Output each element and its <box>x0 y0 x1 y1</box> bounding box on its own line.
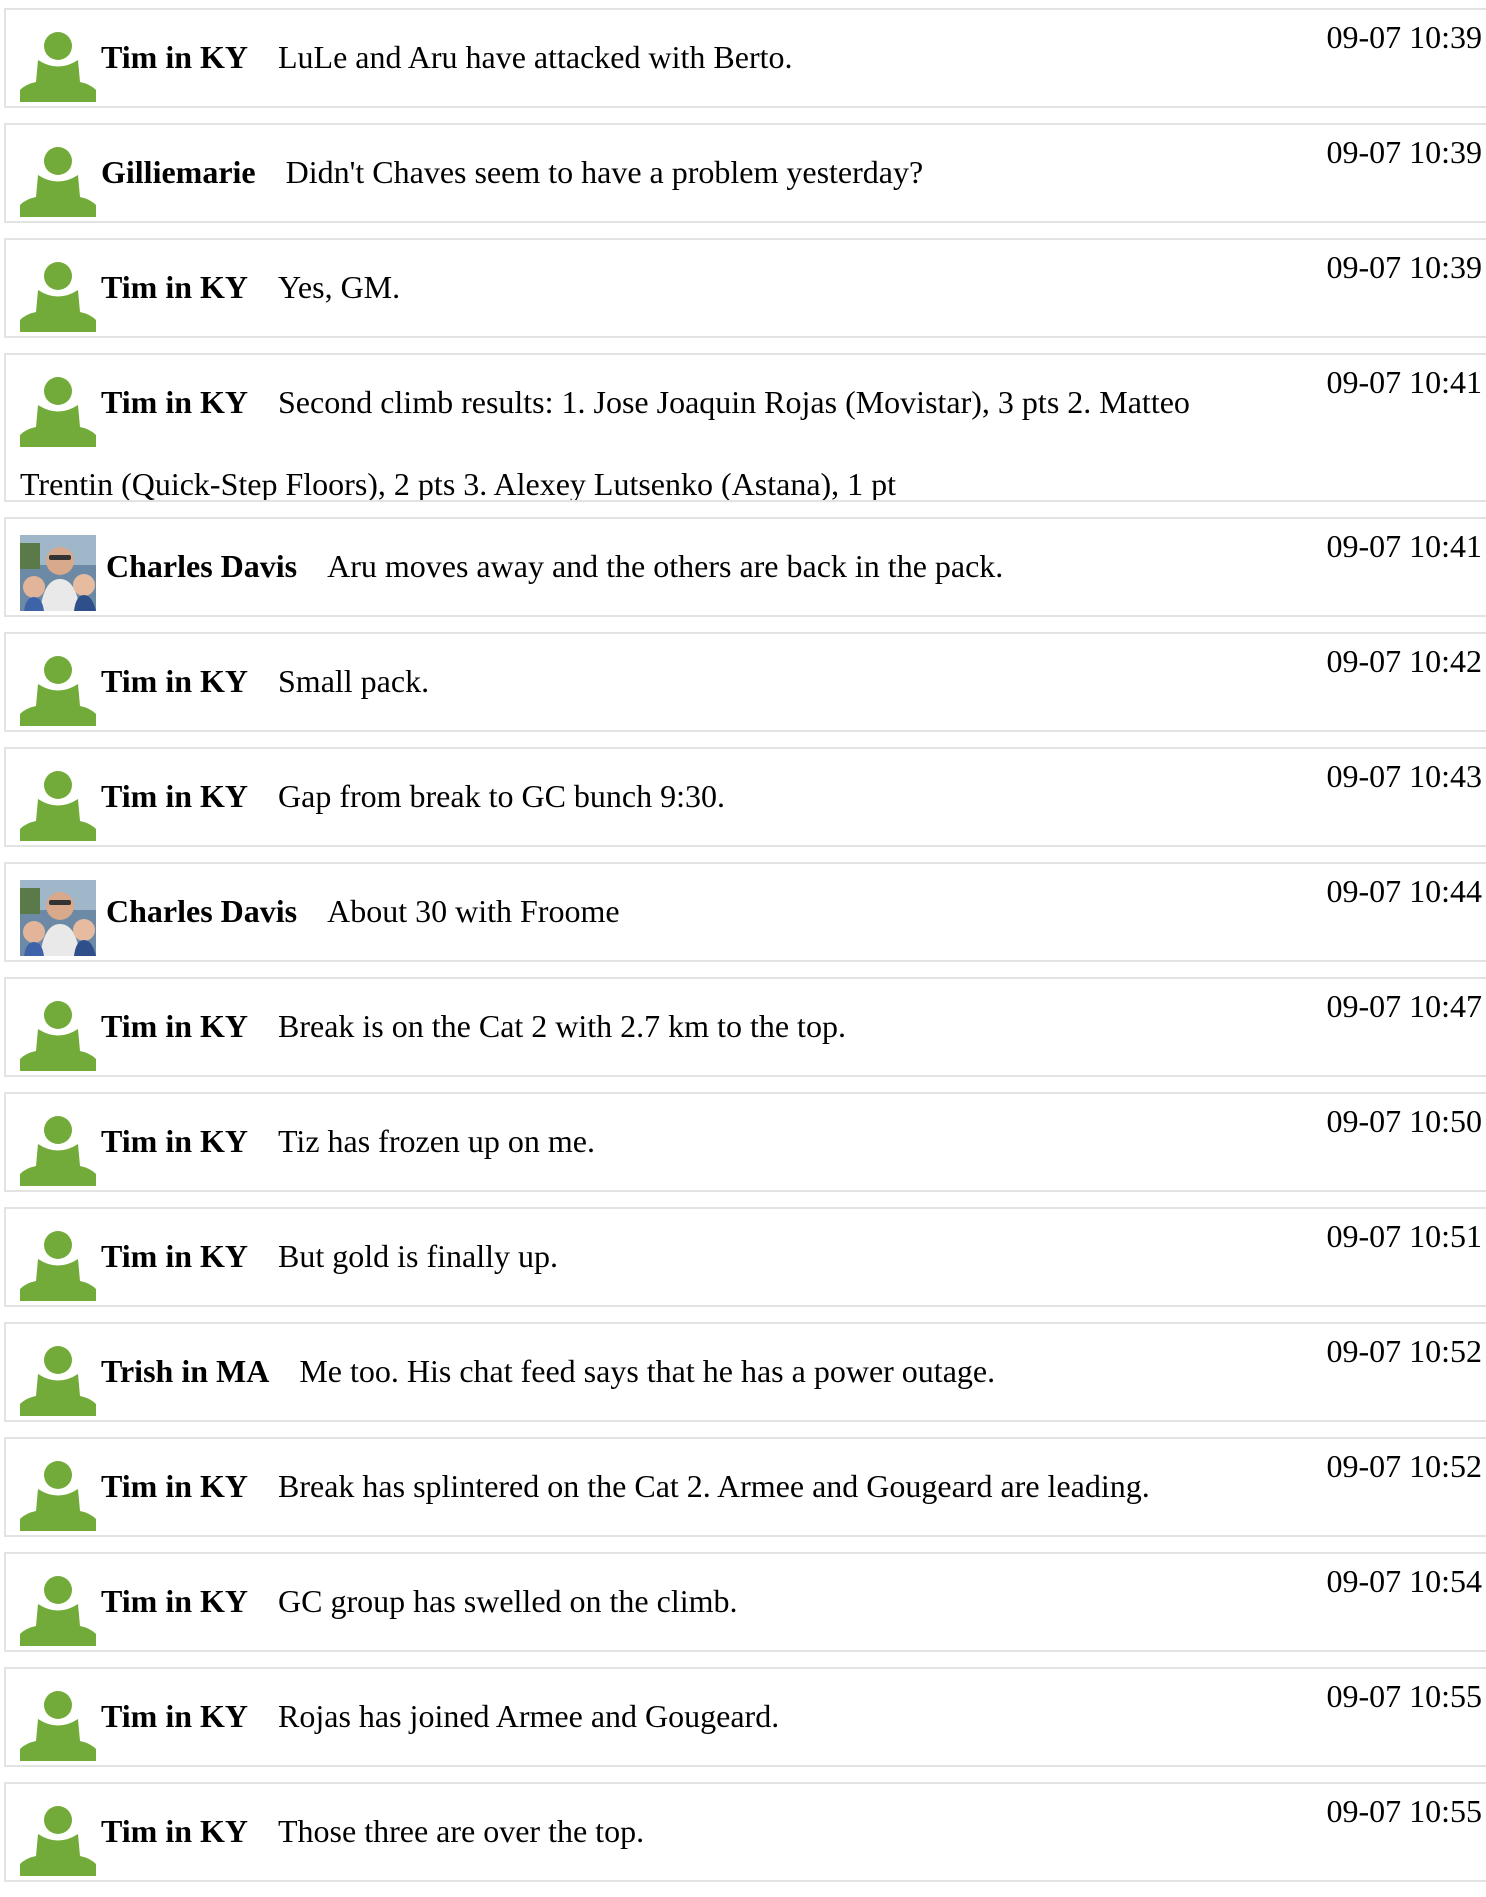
message-timestamp: 09-07 10:41 <box>1326 528 1482 564</box>
message-timestamp: 09-07 10:47 <box>1326 988 1482 1024</box>
message-text: Break is on the Cat 2 with 2.7 km to the… <box>278 1008 846 1044</box>
message-timestamp: 09-07 10:41 <box>1326 364 1482 400</box>
chat-message: Charles Davis Aru moves away and the othe… <box>4 517 1486 617</box>
message-text: GC group has swelled on the climb. <box>278 1583 738 1619</box>
message-text: Break has splintered on the Cat 2. Armee… <box>278 1468 1150 1504</box>
message-text: Didn't Chaves seem to have a problem yes… <box>285 154 924 190</box>
message-author[interactable]: Charles Davis <box>106 548 297 584</box>
message-timestamp: 09-07 10:50 <box>1326 1103 1482 1139</box>
message-author[interactable]: Tim in KY <box>101 1238 248 1274</box>
chat-message: Trish in MA Me too. His chat feed says th… <box>4 1322 1486 1422</box>
message-author[interactable]: Tim in KY <box>101 269 248 305</box>
message-text: Aru moves away and the others are back i… <box>327 548 1004 584</box>
chat-message: Tim in KY Tiz has frozen up on me. 09-07 … <box>4 1092 1486 1192</box>
message-author[interactable]: Tim in KY <box>101 1813 248 1849</box>
chat-message: Tim in KY Gap from break to GC bunch 9:30… <box>4 747 1486 847</box>
message-timestamp: 09-07 10:55 <box>1326 1793 1482 1829</box>
message-author[interactable]: Tim in KY <box>101 663 248 699</box>
message-timestamp: 09-07 10:42 <box>1326 643 1482 679</box>
message-timestamp: 09-07 10:52 <box>1326 1448 1482 1484</box>
message-author[interactable]: Charles Davis <box>106 893 297 929</box>
message-timestamp: 09-07 10:55 <box>1326 1678 1482 1714</box>
message-timestamp: 09-07 10:44 <box>1326 873 1482 909</box>
chat-message: Tim in KY Rojas has joined Armee and Goug… <box>4 1667 1486 1767</box>
message-author[interactable]: Tim in KY <box>101 1698 248 1734</box>
message-timestamp: 09-07 10:51 <box>1326 1218 1482 1254</box>
message-text: Me too. His chat feed says that he has a… <box>299 1353 996 1389</box>
message-text: About 30 with Froome <box>327 893 620 929</box>
message-timestamp: 09-07 10:39 <box>1326 249 1482 285</box>
message-text: Small pack. <box>278 663 430 699</box>
message-author[interactable]: Tim in KY <box>101 39 248 75</box>
message-author[interactable]: Gilliemarie <box>101 154 256 190</box>
chat-feed: Tim in KY LuLe and Aru have attacked with… <box>4 8 1486 1897</box>
chat-message: Tim in KY GC group has swelled on the cli… <box>4 1552 1486 1652</box>
chat-message: Tim in KY Break is on the Cat 2 with 2.7 … <box>4 977 1486 1077</box>
message-author[interactable]: Tim in KY <box>101 1468 248 1504</box>
chat-message: Tim in KY Break has splintered on the Cat… <box>4 1437 1486 1537</box>
message-timestamp: 09-07 10:54 <box>1326 1563 1482 1599</box>
message-text: Those three are over the top. <box>278 1813 645 1849</box>
message-text: Rojas has joined Armee and Gougeard. <box>278 1698 780 1734</box>
message-author[interactable]: Trish in MA <box>101 1353 269 1389</box>
message-author[interactable]: Tim in KY <box>101 1583 248 1619</box>
chat-message: Tim in KY Second climb results: 1. Jose J… <box>4 353 1486 502</box>
chat-message: Charles Davis About 30 with Froome 09-07 … <box>4 862 1486 962</box>
chat-message: Tim in KY Yes, GM. 09-07 10:39 <box>4 238 1486 338</box>
message-text: Tiz has frozen up on me. <box>278 1123 595 1159</box>
message-author[interactable]: Tim in KY <box>101 384 248 420</box>
message-author[interactable]: Tim in KY <box>101 778 248 814</box>
message-timestamp: 09-07 10:43 <box>1326 758 1482 794</box>
message-timestamp: 09-07 10:39 <box>1326 134 1482 170</box>
message-timestamp: 09-07 10:52 <box>1326 1333 1482 1369</box>
message-text: Gap from break to GC bunch 9:30. <box>278 778 726 814</box>
chat-message: Tim in KY LuLe and Aru have attacked with… <box>4 8 1486 108</box>
message-author[interactable]: Tim in KY <box>101 1008 248 1044</box>
message-text: But gold is finally up. <box>278 1238 558 1274</box>
chat-message: Tim in KY Those three are over the top. 0… <box>4 1782 1486 1882</box>
message-text: Yes, GM. <box>278 269 401 305</box>
message-author[interactable]: Tim in KY <box>101 1123 248 1159</box>
message-timestamp: 09-07 10:39 <box>1326 19 1482 55</box>
chat-message: Tim in KY But gold is finally up. 09-07 1… <box>4 1207 1486 1307</box>
chat-message: Tim in KY Small pack. 09-07 10:42 <box>4 632 1486 732</box>
message-text: LuLe and Aru have attacked with Berto. <box>278 39 793 75</box>
chat-message: Gilliemarie Didn't Chaves seem to have a … <box>4 123 1486 223</box>
